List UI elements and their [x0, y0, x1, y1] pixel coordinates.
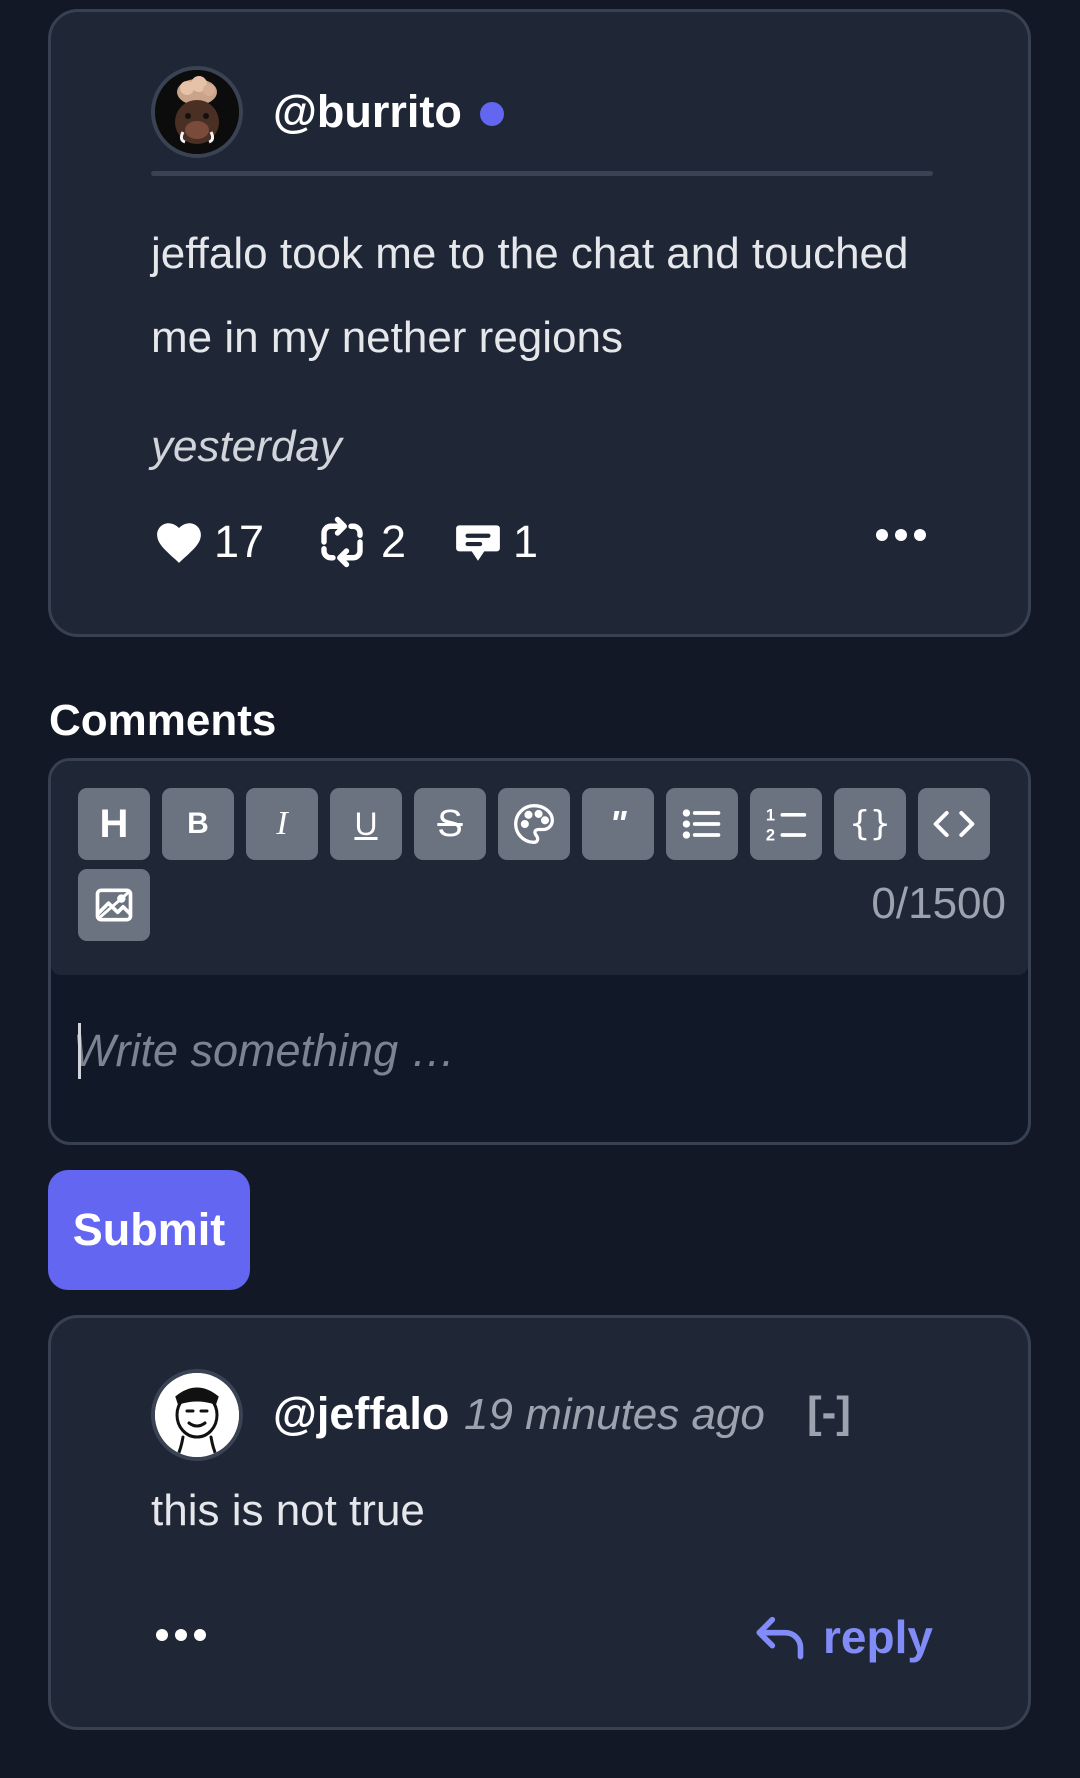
repost-count: 2	[381, 516, 407, 567]
ellipsis-icon	[156, 1629, 206, 1641]
comment-card: @jeffalo 19 minutes ago [-] this is not …	[48, 1315, 1031, 1730]
comments-heading: Comments	[49, 696, 277, 745]
ordered-list-icon: 1 2	[766, 806, 807, 845]
heart-icon	[157, 523, 201, 563]
editor-toolbar: H B I U S " 1 2 {} 0/1500	[51, 761, 1028, 975]
italic-icon: I	[276, 805, 288, 842]
comment-timestamp: 19 minutes ago	[464, 1390, 765, 1439]
post-divider	[151, 171, 933, 176]
comment-button[interactable]: 1	[453, 512, 538, 572]
reply-button[interactable]: reply	[755, 1610, 933, 1664]
comment-icon	[456, 525, 500, 561]
bold-icon: B	[187, 807, 209, 840]
inline-code-button[interactable]	[918, 788, 990, 860]
quote-icon: "	[609, 803, 627, 844]
comment-username[interactable]: @jeffalo	[273, 1388, 449, 1440]
boar-avatar-icon	[155, 70, 239, 154]
palette-icon	[514, 804, 554, 844]
numbered-list-button[interactable]: 1 2	[750, 788, 822, 860]
heading-icon: H	[99, 801, 129, 846]
comment-more-options-button[interactable]	[155, 1628, 207, 1647]
like-count: 17	[214, 516, 265, 567]
post-username[interactable]: @burrito	[273, 86, 462, 138]
text-cursor	[78, 1023, 81, 1079]
reply-label: reply	[823, 1611, 933, 1663]
character-count: 0/1500	[871, 879, 1006, 928]
underline-icon: U	[354, 805, 378, 842]
post-more-options-button[interactable]	[875, 528, 927, 547]
jeffalo-avatar[interactable]	[151, 1369, 243, 1461]
image-icon	[95, 888, 133, 922]
quote-button[interactable]: "	[582, 788, 654, 860]
color-palette-button[interactable]	[498, 788, 570, 860]
post-timestamp: yesterday	[151, 422, 342, 471]
bullet-list-button[interactable]	[666, 788, 738, 860]
code-block-button[interactable]: {}	[834, 788, 906, 860]
reply-arrow-icon	[756, 1616, 804, 1660]
image-button[interactable]	[78, 869, 150, 941]
post-card: @burrito jeffalo took me to the chat and…	[48, 9, 1031, 637]
svg-text:2: 2	[766, 827, 775, 845]
heading-button[interactable]: H	[78, 788, 150, 860]
bold-button[interactable]: B	[162, 788, 234, 860]
list-icon	[682, 809, 721, 839]
braces-icon: {}	[849, 804, 891, 844]
comment-input[interactable]	[73, 981, 1003, 1121]
underline-button[interactable]: U	[330, 788, 402, 860]
burrito-avatar[interactable]	[151, 66, 243, 158]
face-avatar-icon	[155, 1373, 239, 1457]
like-button[interactable]: 17	[154, 512, 264, 572]
comment-count: 1	[513, 516, 539, 567]
svg-text:1: 1	[766, 806, 775, 824]
strikethrough-button[interactable]: S	[414, 788, 486, 860]
ellipsis-icon	[876, 529, 926, 541]
collapse-comment-button[interactable]: [-]	[807, 1388, 851, 1438]
online-status-indicator	[480, 102, 504, 126]
italic-button[interactable]: I	[246, 788, 318, 860]
comment-body: this is not true	[151, 1486, 425, 1535]
post-body: jeffalo took me to the chat and touched …	[151, 229, 909, 362]
repost-icon	[321, 516, 363, 568]
strikethrough-icon: S	[437, 802, 463, 845]
code-icon	[933, 810, 975, 838]
comment-editor: H B I U S " 1 2 {} 0/1500 Write somethin…	[48, 758, 1031, 1145]
submit-button[interactable]: Submit	[48, 1170, 250, 1290]
repost-button[interactable]: 2	[313, 512, 406, 572]
